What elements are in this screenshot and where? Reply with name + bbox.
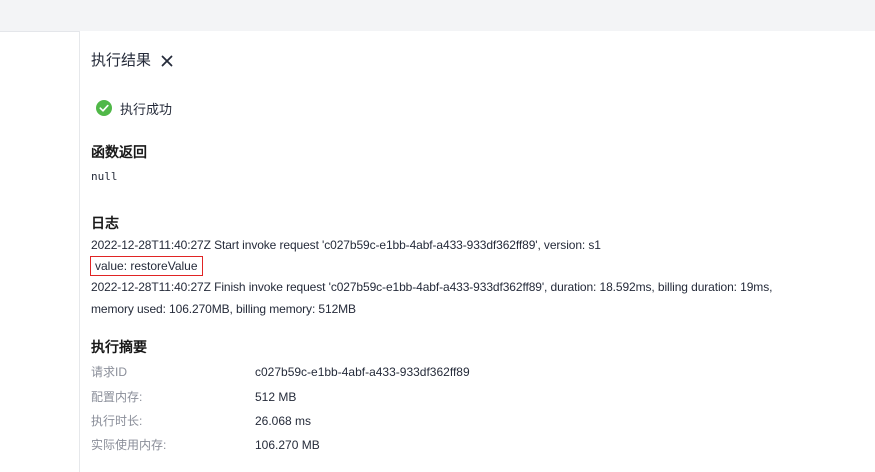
summary-section-title: 执行摘要	[91, 339, 147, 355]
panel-header: 执行结果	[91, 51, 174, 71]
summary-label: 执行时长:	[91, 414, 143, 428]
log-line: value: restoreValue	[95, 259, 198, 273]
summary-value: 106.270 MB	[255, 438, 320, 452]
top-toolbar-band	[0, 0, 875, 32]
log-section-title: 日志	[91, 215, 119, 231]
summary-row-duration: 执行时长: 26.068 ms	[91, 411, 311, 431]
return-section-title: 函数返回	[91, 144, 147, 160]
close-icon[interactable]	[160, 54, 174, 68]
log-line-highlighted: value: restoreValue	[90, 256, 203, 276]
summary-value: 26.068 ms	[255, 414, 312, 428]
summary-value: c027b59c-e1bb-4abf-a433-933df362ff89	[255, 365, 470, 379]
log-line: 2022-12-28T11:40:27Z Finish invoke reque…	[91, 280, 773, 294]
execution-status: 执行成功	[96, 99, 173, 121]
summary-row-memory-used: 实际使用内存: 106.270 MB	[91, 435, 320, 455]
check-circle-icon	[96, 99, 112, 121]
log-line: memory used: 106.270MB, billing memory: …	[91, 302, 356, 316]
summary-label: 配置内存:	[91, 390, 143, 404]
return-value: null	[91, 170, 118, 183]
summary-label: 实际使用内存:	[91, 438, 167, 452]
summary-row-configured-memory: 配置内存: 512 MB	[91, 387, 296, 407]
status-text: 执行成功	[120, 102, 173, 117]
log-line: 2022-12-28T11:40:27Z Start invoke reques…	[91, 238, 601, 252]
panel-title: 执行结果	[91, 52, 152, 69]
execution-result-panel: 执行结果 执行成功 函数返回 null 日志 2022-12-28T11:40:…	[79, 31, 875, 472]
summary-value: 512 MB	[255, 390, 297, 404]
summary-label: 请求ID	[91, 365, 128, 379]
summary-row-request-id: 请求ID c027b59c-e1bb-4abf-a433-933df362ff8…	[91, 362, 470, 382]
